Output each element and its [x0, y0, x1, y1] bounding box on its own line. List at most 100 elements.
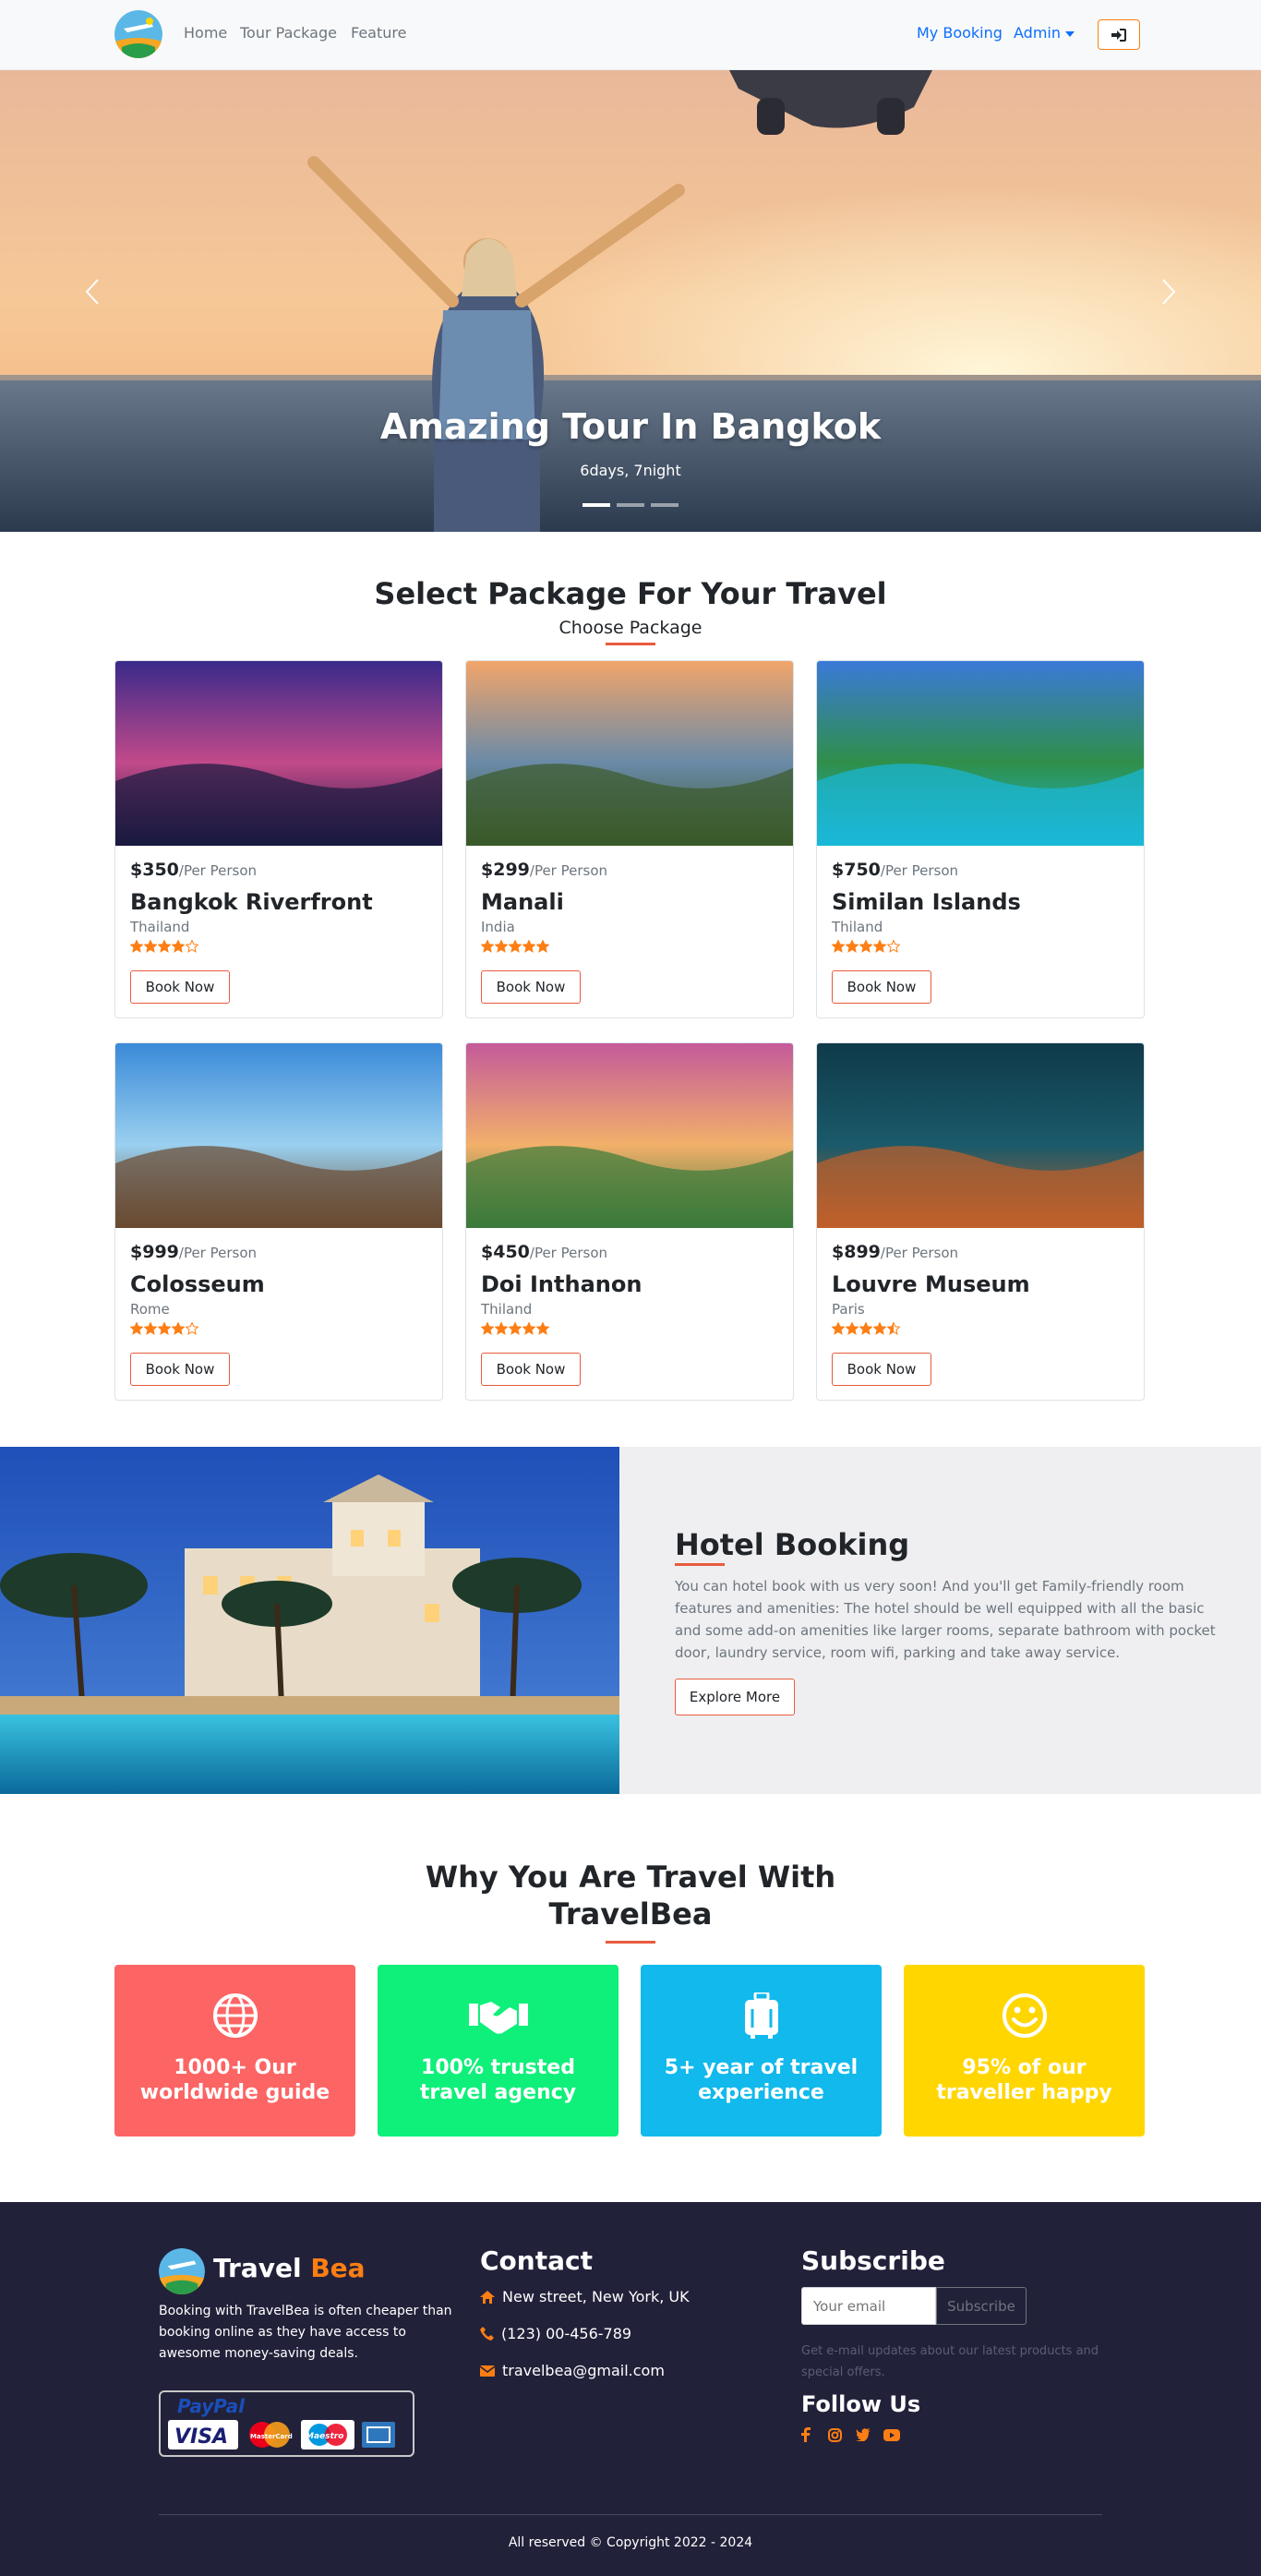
- feature-card-guides: 1000+ Our worldwide guide: [114, 1965, 355, 2137]
- carousel-prev-icon[interactable]: [85, 278, 100, 306]
- twitter-icon[interactable]: [855, 2426, 871, 2443]
- package-name: Louvre Museum: [832, 1271, 1030, 1297]
- star-icon: [832, 940, 845, 953]
- brand-bea: Bea: [310, 2253, 366, 2283]
- book-now-button[interactable]: Book Now: [832, 1353, 931, 1386]
- carousel-indicator-2[interactable]: [617, 503, 644, 507]
- package-card: $750/Per Person Similan Islands Thiland Boo…: [816, 660, 1145, 1018]
- package-image: [466, 1043, 793, 1228]
- instagram-icon[interactable]: [826, 2426, 843, 2443]
- hotel-image: [0, 1447, 619, 1794]
- package-price: $999/Per Person: [130, 1242, 257, 1262]
- contact-title: Contact: [480, 2245, 593, 2276]
- feature-text: 95% of our traveller happy: [936, 2056, 1112, 2104]
- star-icon: [172, 1322, 185, 1335]
- carousel-indicator-1[interactable]: [582, 503, 610, 507]
- package-image: [115, 661, 442, 846]
- brand-logo[interactable]: [114, 10, 162, 58]
- star-icon: [832, 1322, 845, 1335]
- brand-travel: Travel: [213, 2253, 302, 2283]
- star-icon: [522, 1322, 535, 1335]
- feature-text: 100% trusted travel agency: [419, 2056, 577, 2104]
- package-card: $299/Per Person Manali India Book Now: [465, 660, 794, 1018]
- login-button[interactable]: [1098, 19, 1140, 50]
- feature-text: 5+ year of travel experience: [664, 2056, 859, 2104]
- facebook-icon[interactable]: [798, 2426, 814, 2443]
- subscribe-button[interactable]: Subscribe: [936, 2287, 1027, 2325]
- youtube-icon[interactable]: [883, 2426, 900, 2443]
- home-icon: [480, 2290, 495, 2304]
- package-card: $899/Per Person Louvre Museum Paris Book No…: [816, 1042, 1145, 1401]
- nav-tour-package-link[interactable]: Tour Package: [240, 24, 337, 42]
- package-country: Rome: [130, 1301, 170, 1318]
- feature-card-trusted: 100% trusted travel agency: [378, 1965, 618, 2137]
- contact-phone: (123) 00-456-789: [480, 2325, 631, 2342]
- handshake-icon: [468, 2002, 528, 2034]
- caret-down-icon: [1065, 30, 1075, 37]
- rating-stars: [481, 1322, 549, 1335]
- star-icon: [859, 940, 872, 953]
- carousel-indicator-3[interactable]: [651, 503, 679, 507]
- price-value: $999: [130, 1242, 179, 1262]
- envelope-icon: [480, 2365, 495, 2377]
- payment-methods: PayPal VISA MasterCard Maestro: [159, 2390, 414, 2457]
- package-country: India: [481, 919, 515, 935]
- subscribe-note: Get e-mail updates about our latest prod…: [801, 2344, 1099, 2379]
- star-icon: [144, 1322, 157, 1335]
- price-value: $299: [481, 860, 530, 880]
- nav-home-link[interactable]: Home: [184, 24, 227, 42]
- hotel-divider: [675, 1563, 725, 1566]
- feature-card-happy: 95% of our traveller happy: [904, 1965, 1145, 2137]
- package-price: $750/Per Person: [832, 860, 958, 880]
- package-country: Paris: [832, 1301, 865, 1318]
- price-unit: /Per Person: [178, 862, 258, 879]
- hero-title: Amazing Tour In Bangkok: [379, 406, 882, 447]
- subscribe-email-input[interactable]: [801, 2287, 936, 2325]
- footer-logo: [159, 2248, 205, 2294]
- carousel-next-icon[interactable]: [1161, 278, 1176, 306]
- admin-dropdown[interactable]: Admin: [1014, 24, 1075, 42]
- visa-logo: VISA: [174, 2426, 228, 2449]
- package-price: $899/Per Person: [832, 1242, 958, 1262]
- price-value: $350: [130, 860, 179, 880]
- star-icon: [509, 940, 522, 953]
- star-icon: [130, 940, 143, 953]
- star-icon: [859, 1322, 872, 1335]
- why-divider: [606, 1941, 655, 1944]
- package-image: [115, 1043, 442, 1228]
- footer-divider: [159, 2514, 1102, 2515]
- book-now-button[interactable]: Book Now: [481, 970, 581, 1004]
- footer-brand: Travel Bea: [213, 2253, 366, 2283]
- nav-my-booking-link[interactable]: My Booking: [917, 24, 1003, 42]
- package-name: Similan Islands: [832, 889, 1021, 915]
- rating-stars: [832, 1322, 900, 1335]
- packages-subtitle: Choose Package: [558, 618, 703, 638]
- hero-carousel: Amazing Tour In Bangkok 6days, 7night: [0, 70, 1261, 532]
- package-image: [817, 661, 1144, 846]
- price-value: $899: [832, 1242, 881, 1262]
- contact-email: travelbea@gmail.com: [480, 2362, 665, 2379]
- star-icon: [846, 1322, 859, 1335]
- phone-text: (123) 00-456-789: [501, 2325, 632, 2342]
- nav-feature-link[interactable]: Feature: [351, 24, 406, 42]
- price-unit: /Per Person: [529, 862, 608, 879]
- star-icon: [846, 940, 859, 953]
- package-price: $450/Per Person: [481, 1242, 607, 1262]
- price-value: $750: [832, 860, 881, 880]
- rating-stars: [130, 940, 198, 953]
- suitcase-icon: [744, 1992, 778, 2039]
- book-now-button[interactable]: Book Now: [832, 970, 931, 1004]
- star-icon: [158, 1322, 171, 1335]
- price-unit: /Per Person: [529, 1245, 608, 1261]
- book-now-button[interactable]: Book Now: [130, 970, 230, 1004]
- rating-stars: [481, 940, 549, 953]
- book-now-button[interactable]: Book Now: [130, 1353, 230, 1386]
- explore-more-button[interactable]: Explore More: [675, 1679, 795, 1715]
- package-country: Thiland: [481, 1301, 533, 1318]
- star-icon: [186, 940, 198, 953]
- copyright-text: All reserved © Copyright 2022 - 2024: [508, 2535, 753, 2550]
- book-now-button[interactable]: Book Now: [481, 1353, 581, 1386]
- star-icon: [186, 1322, 198, 1335]
- star-icon: [887, 1322, 900, 1335]
- star-icon: [495, 940, 508, 953]
